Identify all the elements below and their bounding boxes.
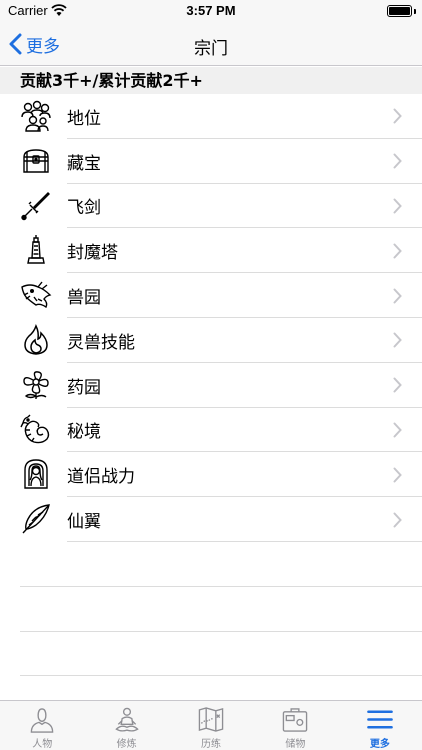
list-item-label: 兽园 xyxy=(67,288,101,309)
people-icon xyxy=(20,100,52,132)
list-item-label: 灵兽技能 xyxy=(67,332,135,353)
list-item-beast-skills[interactable]: 灵兽技能 xyxy=(0,318,422,363)
chevron-right-icon xyxy=(393,243,402,259)
dragon-icon xyxy=(20,414,52,446)
dragon-head-icon xyxy=(20,279,52,311)
empty-row xyxy=(0,587,422,632)
chevron-right-icon xyxy=(393,198,402,214)
list-item-label: 地位 xyxy=(67,108,101,129)
chevron-right-icon xyxy=(393,108,402,124)
list-item-label: 封魔塔 xyxy=(67,243,118,264)
flame-icon xyxy=(20,324,52,356)
list-item-label: 药园 xyxy=(67,377,101,398)
tab-bar: 人物 修炼 历练 储物 更多 xyxy=(0,700,422,750)
tab-character[interactable]: 人物 xyxy=(0,701,84,750)
list-item-treasure[interactable]: 藏宝 xyxy=(0,139,422,184)
list-item-label: 飞剑 xyxy=(67,198,101,219)
list-item-flying-sword[interactable]: 飞剑 xyxy=(0,184,422,229)
chevron-right-icon xyxy=(393,377,402,393)
battery-cap xyxy=(414,9,416,14)
list-item-status[interactable]: 地位 xyxy=(0,94,422,139)
portrait-icon xyxy=(20,458,52,490)
empty-row xyxy=(0,632,422,677)
list-item-beast-garden[interactable]: 兽园 xyxy=(0,273,422,318)
page-title: 宗门 xyxy=(194,39,228,59)
person-icon xyxy=(30,708,54,733)
chevron-right-icon xyxy=(393,332,402,348)
tower-icon xyxy=(20,234,52,266)
chevron-right-icon xyxy=(393,288,402,304)
list-item-label: 道侣战力 xyxy=(67,467,135,488)
list-item-label: 秘境 xyxy=(67,422,101,443)
tab-storage[interactable]: 储物 xyxy=(253,701,337,750)
status-time: 3:57 PM xyxy=(186,3,236,18)
list-item-herb-garden[interactable]: 药园 xyxy=(0,363,422,408)
list-item-label: 仙翼 xyxy=(67,512,101,533)
treasure-chest-icon xyxy=(20,145,52,177)
battery-icon xyxy=(387,5,412,17)
tab-adventure[interactable]: 历练 xyxy=(169,701,253,750)
sect-menu-list: 地位 藏宝 飞剑 封魔塔 兽园 灵兽技能 药园 秘境 道侣战力 仙翼 xyxy=(0,94,422,677)
chevron-right-icon xyxy=(393,512,402,528)
tab-cultivation[interactable]: 修炼 xyxy=(84,701,168,750)
sword-icon xyxy=(20,190,52,222)
list-item-demon-tower[interactable]: 封魔塔 xyxy=(0,228,422,273)
navigation-bar: 更多 宗门 xyxy=(0,22,422,66)
inventory-icon xyxy=(283,708,308,732)
tab-label: 储物 xyxy=(285,739,306,750)
list-item-partner-power[interactable]: 道侣战力 xyxy=(0,452,422,497)
menu-icon xyxy=(367,710,393,729)
list-item-immortal-wings[interactable]: 仙翼 xyxy=(0,497,422,542)
chevron-right-icon xyxy=(393,153,402,169)
chevron-right-icon xyxy=(393,422,402,438)
list-item-secret-realm[interactable]: 秘境 xyxy=(0,408,422,453)
map-icon xyxy=(198,707,224,732)
tab-more[interactable]: 更多 xyxy=(338,701,422,750)
chevron-right-icon xyxy=(393,467,402,483)
meditation-icon xyxy=(114,707,139,732)
status-bar: Carrier 3:57 PM xyxy=(0,0,422,22)
tab-label: 人物 xyxy=(32,739,53,750)
tab-label: 更多 xyxy=(369,739,390,750)
tab-label: 修炼 xyxy=(116,739,137,750)
contribution-header: 贡献3千+/累计贡献2千+ xyxy=(0,67,422,94)
tab-label: 历练 xyxy=(201,739,222,750)
flower-icon xyxy=(20,369,52,401)
list-item-label: 藏宝 xyxy=(67,153,101,174)
empty-row xyxy=(0,542,422,587)
feather-icon xyxy=(20,503,52,535)
